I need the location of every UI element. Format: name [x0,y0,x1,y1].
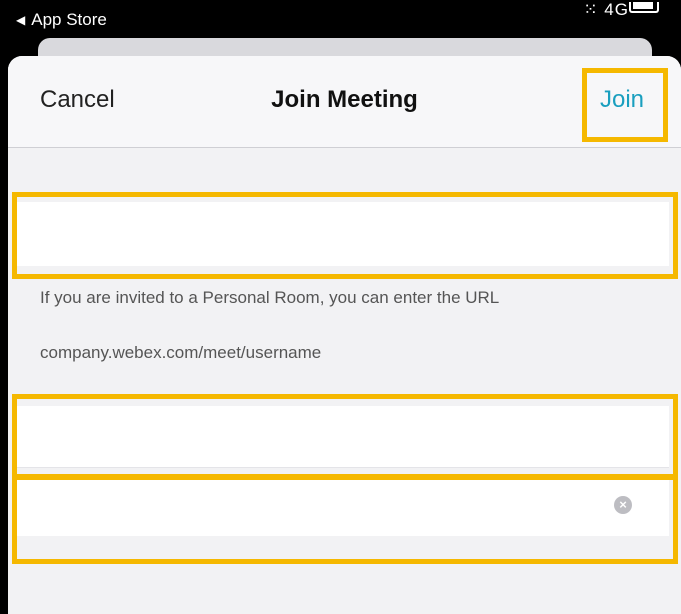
name-input[interactable] [16,406,669,468]
navigation-bar: Cancel Join Meeting Join [8,56,681,148]
back-arrow-icon: ◀ [16,13,26,27]
battery-icon [629,2,659,13]
back-app-label: App Store [31,10,107,29]
meeting-number-input[interactable] [16,202,669,266]
page-title: Join Meeting [271,86,418,113]
clear-icon[interactable]: × [614,496,632,514]
email-input[interactable] [16,478,669,536]
signal-indicator: ⁙ 4G [583,0,629,19]
join-button[interactable]: Join [600,86,644,114]
join-meeting-sheet: Cancel Join Meeting Join If you are invi… [8,56,681,614]
personal-room-url-example: company.webex.com/meet/username [40,343,322,362]
personal-room-hint: If you are invited to a Personal Room, y… [40,288,500,307]
status-bar: ◀ App Store ⁙ 4G [0,0,681,40]
back-to-app-store-link[interactable]: ◀ App Store [16,10,107,30]
